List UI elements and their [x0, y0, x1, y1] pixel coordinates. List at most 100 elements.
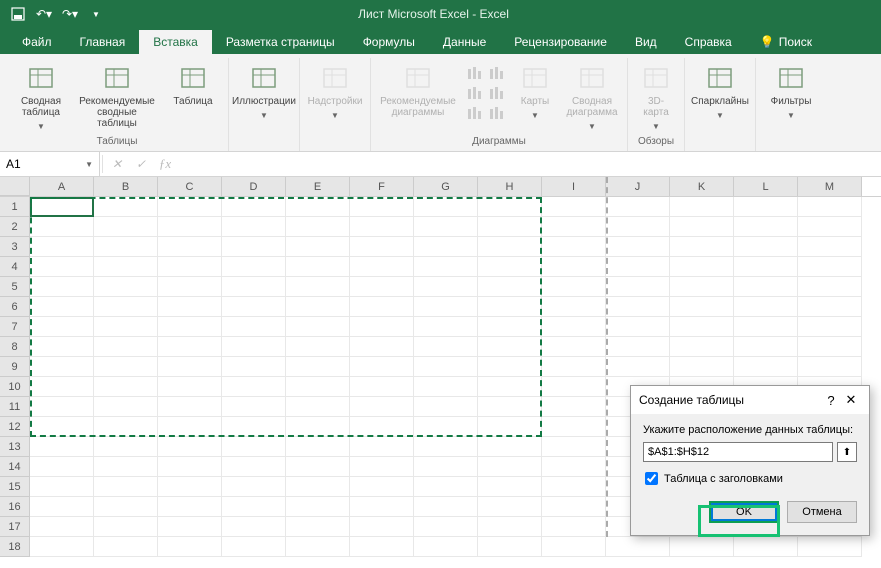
cell[interactable]	[158, 437, 222, 457]
cell[interactable]	[734, 297, 798, 317]
tab-help[interactable]: Справка	[671, 30, 746, 54]
cell[interactable]	[158, 397, 222, 417]
cell[interactable]	[478, 417, 542, 437]
column-header[interactable]: G	[414, 177, 478, 196]
cell[interactable]	[414, 317, 478, 337]
cell[interactable]	[222, 457, 286, 477]
ok-button[interactable]: OK	[709, 501, 779, 523]
cell[interactable]	[798, 237, 862, 257]
cell[interactable]	[94, 417, 158, 437]
cell[interactable]	[222, 477, 286, 497]
tab-view[interactable]: Вид	[621, 30, 671, 54]
cell[interactable]	[286, 437, 350, 457]
cell[interactable]	[350, 417, 414, 437]
cell[interactable]	[94, 517, 158, 537]
cell[interactable]	[94, 397, 158, 417]
tab-formulas[interactable]: Формулы	[349, 30, 429, 54]
cell[interactable]	[350, 237, 414, 257]
cell[interactable]	[414, 197, 478, 217]
cell[interactable]	[286, 457, 350, 477]
cell[interactable]	[158, 297, 222, 317]
cell[interactable]	[414, 277, 478, 297]
cell[interactable]	[222, 377, 286, 397]
select-all-corner[interactable]	[0, 177, 30, 196]
cell[interactable]	[286, 277, 350, 297]
cell[interactable]	[350, 317, 414, 337]
table-button[interactable]: Таблица	[164, 60, 222, 107]
row-header[interactable]: 17	[0, 517, 30, 537]
cell[interactable]	[542, 517, 606, 537]
row-header[interactable]: 4	[0, 257, 30, 277]
cell[interactable]	[478, 217, 542, 237]
cell[interactable]	[286, 237, 350, 257]
chart-type-icon[interactable]	[465, 84, 485, 102]
cell[interactable]	[158, 477, 222, 497]
cell[interactable]	[542, 357, 606, 377]
row-header[interactable]: 8	[0, 337, 30, 357]
cell[interactable]	[158, 197, 222, 217]
chart-type-icon[interactable]	[487, 84, 507, 102]
tell-me[interactable]: 💡 Поиск	[746, 30, 826, 54]
cell[interactable]	[542, 497, 606, 517]
cell[interactable]	[350, 477, 414, 497]
cell[interactable]	[94, 297, 158, 317]
cell[interactable]	[158, 377, 222, 397]
cell[interactable]	[94, 497, 158, 517]
cell[interactable]	[222, 317, 286, 337]
cell[interactable]	[158, 357, 222, 377]
range-selector-icon[interactable]: ⬆	[837, 442, 857, 462]
cell[interactable]	[734, 217, 798, 237]
cell[interactable]	[222, 237, 286, 257]
row-header[interactable]: 11	[0, 397, 30, 417]
filters-button[interactable]: Фильтры▼	[762, 60, 820, 121]
column-header[interactable]: C	[158, 177, 222, 196]
cell[interactable]	[350, 537, 414, 557]
cell[interactable]	[94, 377, 158, 397]
column-header[interactable]: D	[222, 177, 286, 196]
cell[interactable]	[478, 377, 542, 397]
dialog-headers-checkbox[interactable]: Таблица с заголовками	[645, 472, 857, 485]
cell[interactable]	[94, 217, 158, 237]
cell[interactable]	[670, 257, 734, 277]
cell[interactable]	[94, 337, 158, 357]
cell[interactable]	[542, 437, 606, 457]
cell[interactable]	[350, 337, 414, 357]
cell[interactable]	[222, 357, 286, 377]
cell[interactable]	[222, 397, 286, 417]
cell[interactable]	[350, 497, 414, 517]
cell[interactable]	[350, 357, 414, 377]
cell[interactable]	[478, 477, 542, 497]
row-header[interactable]: 15	[0, 477, 30, 497]
cell[interactable]	[94, 477, 158, 497]
cell[interactable]	[350, 397, 414, 417]
cell[interactable]	[94, 537, 158, 557]
cell[interactable]	[158, 517, 222, 537]
cell[interactable]	[606, 197, 670, 217]
dialog-close-icon[interactable]: ✕	[841, 392, 861, 408]
cell[interactable]	[94, 197, 158, 217]
cell[interactable]	[606, 257, 670, 277]
cell[interactable]	[798, 337, 862, 357]
row-header[interactable]: 14	[0, 457, 30, 477]
cell[interactable]	[606, 337, 670, 357]
cell[interactable]	[542, 337, 606, 357]
cell[interactable]	[478, 437, 542, 457]
cell[interactable]	[542, 257, 606, 277]
cell[interactable]	[542, 457, 606, 477]
cell[interactable]	[798, 217, 862, 237]
cell[interactable]	[414, 217, 478, 237]
chart-type-icon[interactable]	[465, 104, 485, 122]
cell[interactable]	[478, 317, 542, 337]
cell[interactable]	[414, 237, 478, 257]
cell[interactable]	[734, 337, 798, 357]
cell[interactable]	[798, 357, 862, 377]
cell[interactable]	[414, 517, 478, 537]
cell[interactable]	[222, 297, 286, 317]
cell[interactable]	[30, 337, 94, 357]
cell[interactable]	[158, 457, 222, 477]
cell[interactable]	[350, 197, 414, 217]
cell[interactable]	[286, 517, 350, 537]
row-header[interactable]: 16	[0, 497, 30, 517]
cell[interactable]	[606, 317, 670, 337]
row-header[interactable]: 6	[0, 297, 30, 317]
